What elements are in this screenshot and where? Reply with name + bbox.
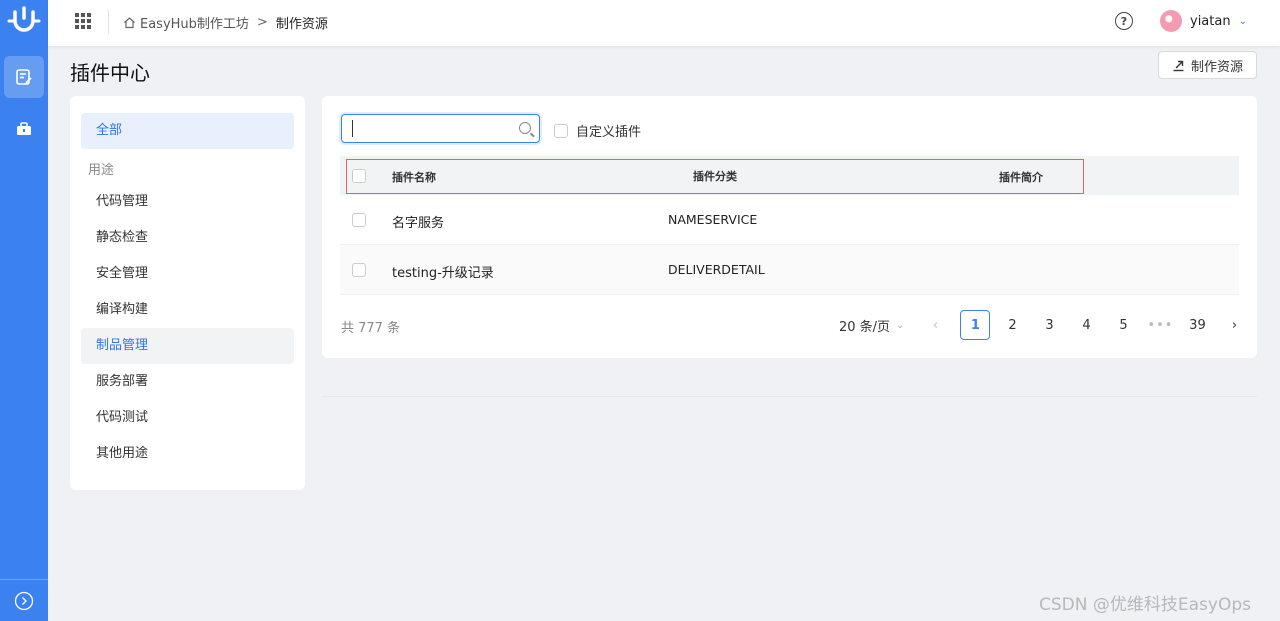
pagination: 20 条/页 ⌄ ‹ 1 2 3 4 5 ••• 39 › [839, 310, 1256, 340]
category-item[interactable]: 代码测试 [81, 400, 294, 436]
breadcrumb-current: 制作资源 [275, 17, 328, 32]
plugin-name[interactable]: testing-升级记录 [392, 262, 494, 281]
edit-doc-icon [16, 69, 32, 85]
row-checkbox[interactable] [352, 213, 366, 227]
plugin-name[interactable]: 名字服务 [392, 212, 444, 231]
search-icon[interactable] [519, 122, 531, 134]
rail-expand-button[interactable] [0, 579, 48, 621]
divider [108, 10, 109, 34]
app-grid-icon[interactable] [75, 13, 91, 29]
page-button[interactable]: 2 [997, 310, 1027, 340]
easyhub-logo-icon[interactable] [6, 4, 42, 40]
export-icon [1173, 60, 1184, 71]
chevron-down-icon: ⌄ [1238, 15, 1247, 27]
avatar [1160, 10, 1182, 32]
category-item[interactable]: 代码管理 [81, 184, 294, 220]
chevron-down-icon: ⌄ [896, 319, 905, 331]
plugin-list-panel: 自定义插件 插件名称 插件分类 插件简介 名字服务 NAMESERVICE te… [322, 96, 1257, 358]
prev-page-button[interactable]: ‹ [920, 310, 950, 340]
chevron-right-circle-icon [14, 591, 34, 610]
next-page-button[interactable]: › [1219, 310, 1249, 340]
page-button-last[interactable]: 39 [1182, 310, 1212, 340]
page-button[interactable]: 3 [1034, 310, 1064, 340]
plugin-category: NAMESERVICE [668, 212, 758, 227]
category-item[interactable]: 服务部署 [81, 364, 294, 400]
breadcrumb: EasyHub制作工坊 > 制作资源 [123, 13, 328, 32]
custom-plugin-label: 自定义插件 [576, 125, 642, 140]
search-input[interactable] [352, 120, 512, 137]
page-ellipsis[interactable]: ••• [1145, 310, 1175, 340]
table-row[interactable]: testing-升级记录 DELIVERDETAIL [340, 245, 1239, 295]
page-button-current[interactable]: 1 [960, 310, 991, 340]
table-row[interactable]: 名字服务 NAMESERVICE [340, 195, 1239, 245]
column-header-name: 插件名称 [392, 171, 436, 184]
home-icon[interactable] [123, 16, 136, 29]
total-count: 共 777 条 [341, 321, 401, 336]
make-resource-button[interactable]: 制作资源 [1158, 51, 1257, 79]
category-item[interactable]: 编译构建 [81, 292, 294, 328]
category-group-label: 用途 [88, 163, 115, 178]
rail-item-resources[interactable] [4, 56, 44, 98]
page-button[interactable]: 5 [1108, 310, 1138, 340]
breadcrumb-home[interactable]: EasyHub制作工坊 [140, 13, 249, 32]
breadcrumb-separator: > [256, 15, 268, 30]
top-bar: EasyHub制作工坊 > 制作资源 ? yiatan ⌄ [48, 0, 1280, 46]
page-button[interactable]: 4 [1071, 310, 1101, 340]
category-panel: 全部 用途 代码管理 静态检查 安全管理 编译构建 制品管理 服务部署 代码测试… [70, 96, 305, 490]
user-menu[interactable]: yiatan ⌄ [1160, 10, 1247, 32]
plugin-category: DELIVERDETAIL [668, 262, 765, 277]
make-resource-label: 制作资源 [1190, 59, 1243, 75]
category-item[interactable]: 其他用途 [81, 436, 294, 472]
help-icon[interactable]: ? [1115, 12, 1133, 30]
watermark: CSDN @优维科技EasyOps [1039, 595, 1251, 615]
category-all[interactable]: 全部 [81, 113, 294, 149]
category-item[interactable]: 静态检查 [81, 220, 294, 256]
rail-item-toolbox[interactable] [4, 108, 44, 150]
left-rail [0, 0, 48, 621]
divider [322, 396, 1257, 397]
row-checkbox[interactable] [352, 263, 366, 277]
category-item[interactable]: 安全管理 [81, 256, 294, 292]
column-header-category: 插件分类 [693, 170, 737, 183]
page-size-value: 20 条/页 [839, 319, 891, 335]
custom-plugin-checkbox[interactable]: 自定义插件 [554, 121, 641, 140]
toolbox-icon [17, 122, 31, 135]
column-header-description: 插件简介 [999, 171, 1043, 184]
checkbox[interactable] [554, 123, 568, 138]
user-name: yiatan [1190, 13, 1231, 29]
page-size-select[interactable]: 20 条/页 ⌄ [839, 316, 904, 335]
search-box[interactable] [341, 114, 540, 143]
category-item-selected[interactable]: 制品管理 [81, 328, 294, 364]
page-title: 插件中心 [70, 61, 150, 85]
